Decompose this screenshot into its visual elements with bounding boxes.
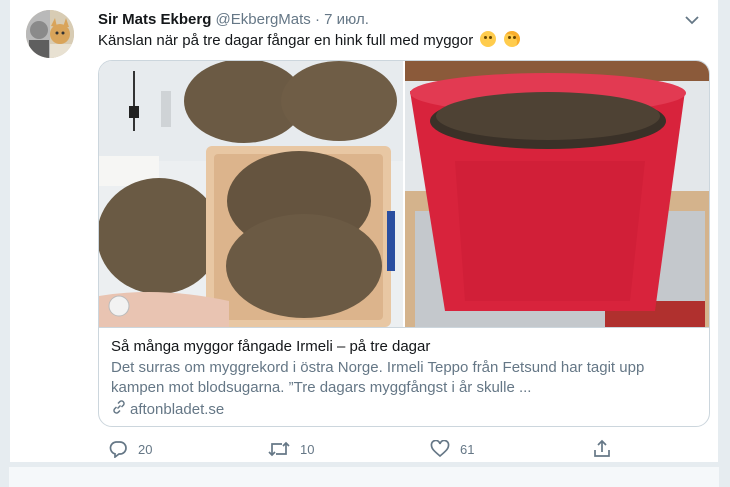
retweet-count: 10 bbox=[300, 441, 315, 457]
red-bucket-image bbox=[405, 61, 709, 327]
thinking-face-icon bbox=[480, 31, 497, 47]
share-icon bbox=[592, 439, 612, 459]
link-icon bbox=[111, 399, 127, 421]
avatar-image bbox=[26, 10, 74, 58]
share-button[interactable] bbox=[592, 437, 612, 461]
timeline-separator bbox=[9, 466, 719, 487]
card-body: Så många myggor fångade Irmeli – på tre … bbox=[99, 327, 709, 426]
chevron-down-icon[interactable] bbox=[682, 10, 702, 30]
tweet-header: Sir Mats Ekberg @EkbergMats · 7 июл. bbox=[98, 10, 688, 30]
like-button[interactable]: 61 bbox=[430, 437, 474, 461]
tweet-text-row: Känslan när på tre dagar fångar en hink … bbox=[98, 31, 698, 51]
separator: · bbox=[314, 11, 320, 28]
mosquito-piles-image bbox=[99, 61, 403, 327]
author-handle[interactable]: @EkbergMats bbox=[216, 11, 311, 28]
heart-icon bbox=[430, 440, 450, 458]
author-name[interactable]: Sir Mats Ekberg bbox=[98, 11, 211, 28]
card-title: Så många myggor fångade Irmeli – på tre … bbox=[111, 338, 431, 355]
card-description: Det surras om myggrekord i östra Norge. … bbox=[111, 359, 645, 396]
action-bar: 20 10 61 bbox=[98, 437, 698, 461]
retweet-icon bbox=[268, 440, 290, 458]
flushed-face-icon bbox=[503, 31, 520, 47]
avatar[interactable] bbox=[26, 10, 74, 58]
card-images bbox=[99, 61, 709, 327]
retweet-button[interactable]: 10 bbox=[268, 437, 314, 461]
tweet-text: Känslan när på tre dagar fångar en hink … bbox=[98, 32, 474, 49]
reply-icon bbox=[108, 440, 128, 458]
card-domain: aftonbladet.se bbox=[130, 401, 225, 418]
reply-count: 20 bbox=[138, 441, 153, 457]
tweet-card[interactable]: Sir Mats Ekberg @EkbergMats · 7 июл. Kän… bbox=[9, 0, 719, 462]
card-domain-row: aftonbladet.se bbox=[111, 399, 699, 421]
tweet-date[interactable]: 7 июл. bbox=[324, 11, 369, 28]
reply-button[interactable]: 20 bbox=[108, 437, 152, 461]
like-count: 61 bbox=[460, 441, 475, 457]
link-card[interactable]: Så många myggor fångade Irmeli – på tre … bbox=[98, 60, 710, 427]
